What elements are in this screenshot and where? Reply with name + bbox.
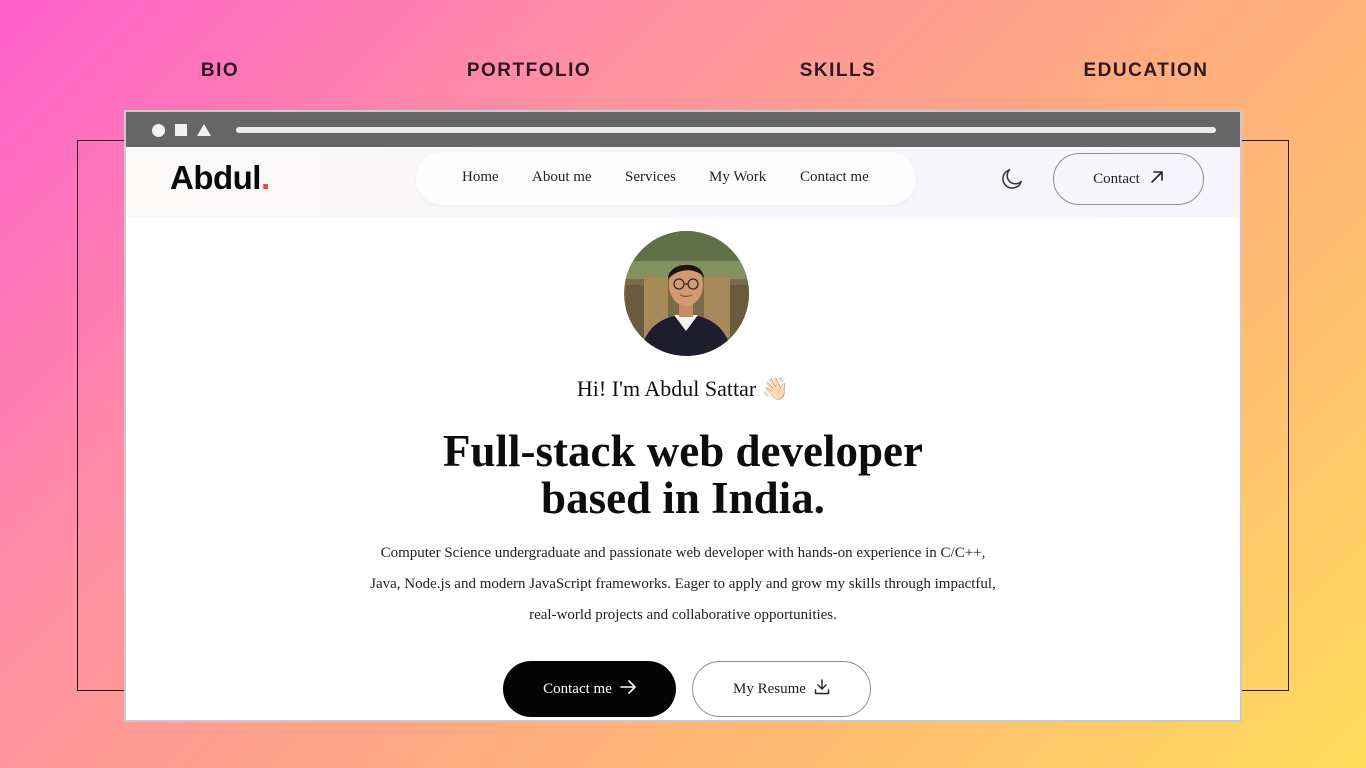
- site-logo[interactable]: Abdul.: [170, 159, 270, 197]
- top-nav-education[interactable]: EDUCATION: [1083, 60, 1208, 82]
- logo-dot: .: [260, 159, 270, 196]
- top-nav-bio[interactable]: BIO: [201, 60, 239, 82]
- hero-bio: Computer Science undergraduate and passi…: [126, 538, 1240, 631]
- headline-line-2: based in India.: [541, 473, 825, 523]
- hero-greeting: Hi! I'm Abdul Sattar 👋🏻: [576, 376, 790, 401]
- square-icon: [175, 124, 187, 136]
- my-resume-button[interactable]: My Resume: [692, 661, 871, 717]
- contact-me-button[interactable]: Contact me: [503, 661, 676, 717]
- hero-headline: Full-stack web developer based in India.: [126, 428, 1240, 522]
- bio-line-1: Computer Science undergraduate and passi…: [380, 545, 986, 561]
- nav-about-me[interactable]: About me: [532, 169, 592, 186]
- site-nav: Home About me Services My Work Contact m…: [416, 152, 916, 205]
- contact-me-label: Contact me: [543, 680, 612, 697]
- arrow-right-icon: [620, 679, 636, 699]
- triangle-icon: [197, 124, 211, 136]
- profile-photo: [624, 231, 749, 356]
- arrow-up-right-icon: [1150, 170, 1164, 189]
- nav-my-work[interactable]: My Work: [709, 169, 766, 186]
- top-nav-skills[interactable]: SKILLS: [800, 60, 877, 82]
- nav-home[interactable]: Home: [462, 169, 499, 186]
- circle-icon: [152, 124, 165, 137]
- address-bar: [236, 127, 1216, 133]
- header-contact-label: Contact: [1093, 170, 1140, 187]
- top-nav-portfolio[interactable]: PORTFOLIO: [467, 60, 591, 82]
- my-resume-label: My Resume: [733, 680, 806, 697]
- headline-line-1: Full-stack web developer: [443, 426, 923, 476]
- logo-text: Abdul: [170, 159, 261, 196]
- browser-toolbar: [126, 112, 1240, 147]
- browser-mockup: Abdul. Home About me Services My Work Co…: [124, 110, 1242, 722]
- moon-icon[interactable]: [999, 166, 1025, 192]
- download-icon: [814, 678, 830, 700]
- top-navigation: BIO PORTFOLIO SKILLS EDUCATION: [0, 60, 1366, 84]
- site-header: Abdul. Home About me Services My Work Co…: [126, 147, 1240, 217]
- nav-contact-me[interactable]: Contact me: [800, 169, 869, 186]
- bio-line-2: Java, Node.js and modern JavaScript fram…: [370, 576, 996, 592]
- bio-line-3: real-world projects and collaborative op…: [529, 607, 837, 623]
- nav-services[interactable]: Services: [625, 169, 676, 186]
- header-contact-button[interactable]: Contact: [1053, 153, 1204, 205]
